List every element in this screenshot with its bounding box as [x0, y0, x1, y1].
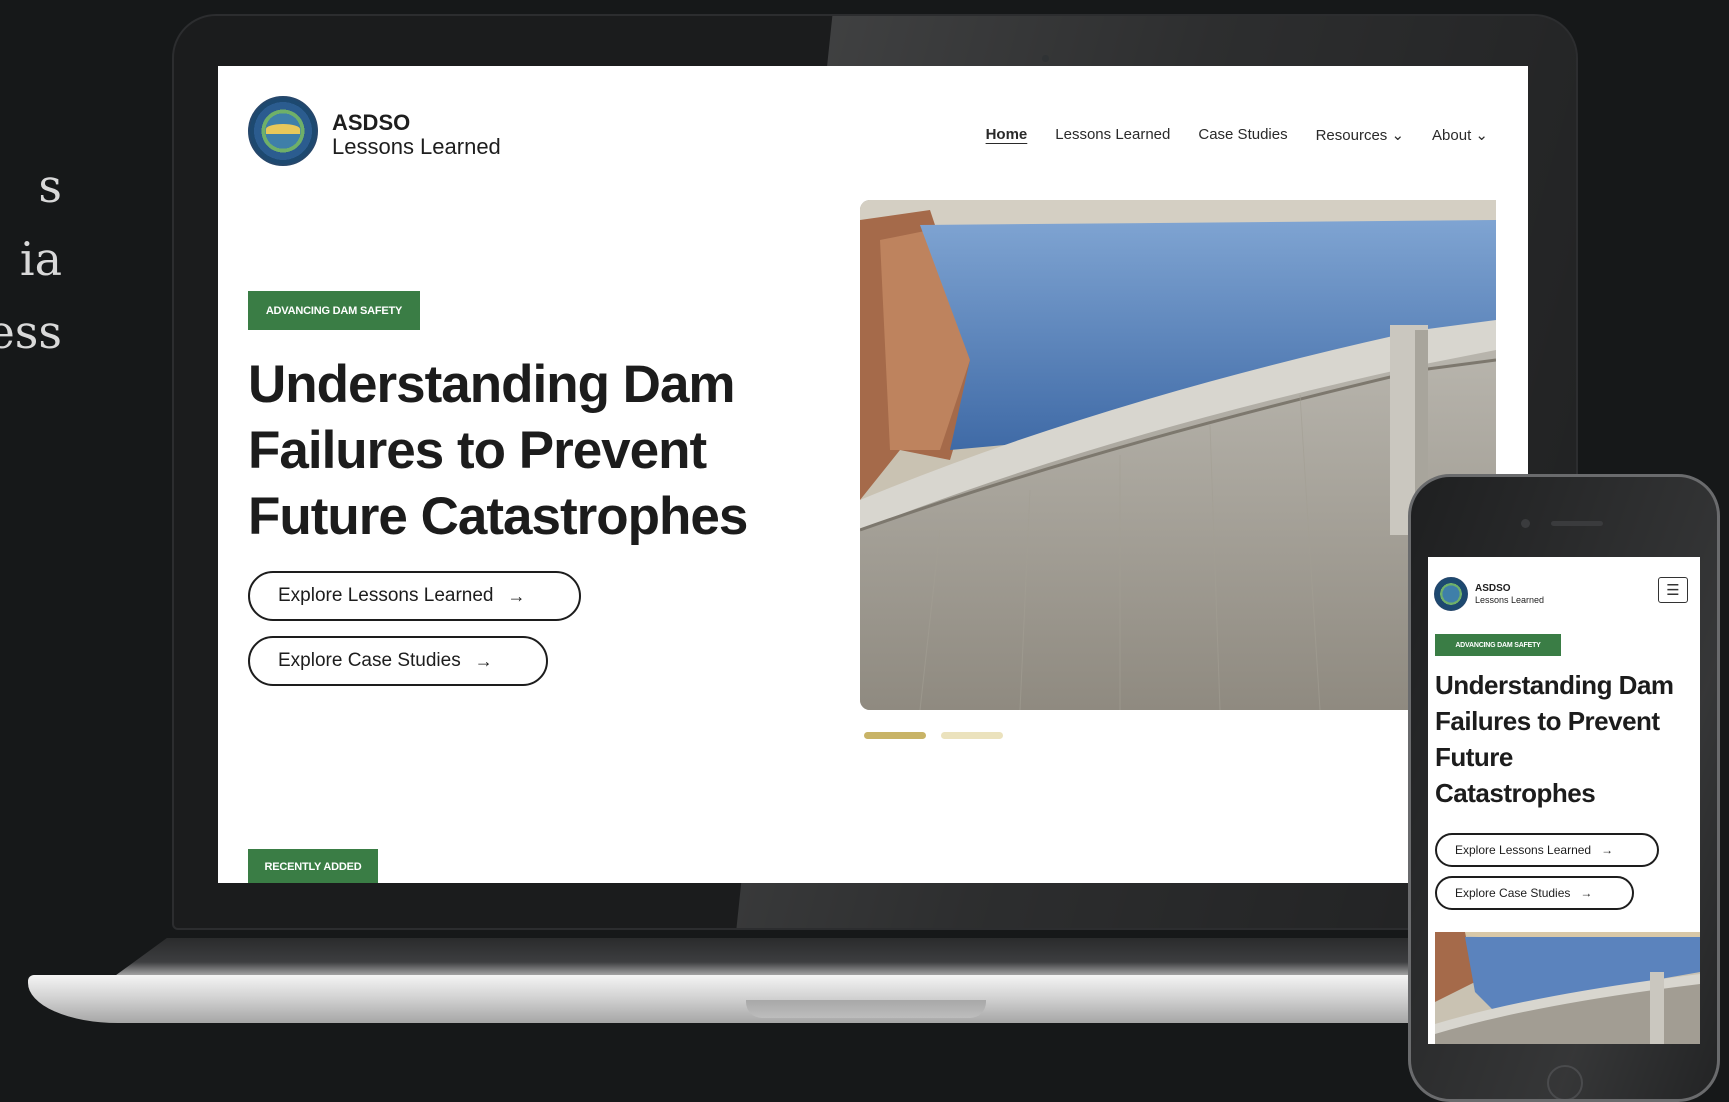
menu-icon[interactable]: ☰	[1658, 577, 1688, 603]
hero-title-line: Understanding Dam	[248, 355, 736, 414]
arrow-right-icon: →	[474, 650, 493, 671]
button-label: Explore Case Studies	[1455, 886, 1571, 900]
chevron-down-icon: ⌄	[1475, 127, 1488, 144]
laptop-notch	[746, 1000, 986, 1018]
cropped-side-text: s ia ess	[0, 150, 62, 369]
carousel-dot[interactable]	[941, 732, 1003, 739]
hero-title-line: Future Catastrophes	[248, 487, 748, 546]
laptop-screen: ASDSO Lessons Learned Home Lessons Learn…	[218, 66, 1528, 883]
nav-item-about[interactable]: About ⌄	[1432, 126, 1488, 144]
nav-item-lessons-learned[interactable]: Lessons Learned	[1055, 126, 1170, 144]
button-label: Explore Lessons Learned	[278, 585, 494, 606]
camera-icon	[1042, 55, 1049, 62]
mobile-hero-title: Understanding Dam Failures to Prevent Fu…	[1435, 667, 1695, 811]
arrow-right-icon: →	[1580, 886, 1593, 900]
nav-item-home[interactable]: Home	[986, 126, 1028, 144]
nav-item-about-label: About	[1432, 127, 1472, 144]
phone-camera-icon	[1521, 519, 1530, 528]
carousel-dot-active[interactable]	[864, 732, 926, 739]
nav-item-case-studies[interactable]: Case Studies	[1198, 126, 1287, 144]
nav-item-resources[interactable]: Resources ⌄	[1316, 126, 1404, 144]
explore-lessons-learned-button[interactable]: Explore Lessons Learned →	[248, 571, 581, 621]
nav-item-resources-label: Resources	[1315, 127, 1388, 144]
mobile-title-line: Understanding Dam	[1435, 670, 1674, 700]
mobile-explore-case-studies-button[interactable]: Explore Case Studies →	[1435, 876, 1634, 910]
dam-reservoir-photo	[860, 200, 1496, 710]
phone-home-button[interactable]	[1547, 1065, 1583, 1099]
arrow-right-icon: →	[507, 585, 526, 606]
button-label: Explore Case Studies	[278, 650, 461, 671]
mobile-hero-badge: ADVANCING DAM SAFETY	[1435, 634, 1561, 656]
chevron-down-icon: ⌄	[1391, 127, 1405, 144]
asdso-logo-icon[interactable]	[248, 96, 318, 166]
mobile-brand-subtitle[interactable]: Lessons Learned	[1475, 595, 1544, 605]
side-text-line: ia	[19, 232, 62, 286]
hero-badge: ADVANCING DAM SAFETY	[248, 291, 420, 330]
phone-speaker	[1551, 521, 1603, 526]
phone-screen: ASDSO Lessons Learned ☰ ADVANCING DAM SA…	[1428, 557, 1700, 1044]
side-text-line: s	[38, 159, 62, 213]
phone-device: ASDSO Lessons Learned ☰ ADVANCING DAM SA…	[1408, 474, 1720, 1102]
asdso-logo-icon[interactable]	[1434, 577, 1468, 611]
mobile-dam-reservoir-photo	[1435, 932, 1700, 1044]
hero-title-line: Failures to Prevent	[248, 421, 707, 480]
arrow-right-icon: →	[1601, 843, 1614, 857]
mobile-explore-lessons-learned-button[interactable]: Explore Lessons Learned →	[1435, 833, 1659, 867]
button-label: Explore Lessons Learned	[1455, 843, 1592, 857]
mobile-title-line: Catastrophes	[1435, 778, 1596, 808]
mobile-brand-title[interactable]: ASDSO	[1475, 583, 1511, 594]
mobile-title-line: Future	[1435, 742, 1513, 772]
main-nav: Home Lessons Learned Case Studies Resour…	[986, 126, 1488, 144]
brand-title[interactable]: ASDSO	[332, 110, 410, 136]
explore-case-studies-button[interactable]: Explore Case Studies →	[248, 636, 548, 686]
recently-added-badge: RECENTLY ADDED	[248, 849, 378, 883]
brand-subtitle[interactable]: Lessons Learned	[332, 134, 501, 160]
side-text-line: ess	[0, 305, 62, 359]
mobile-title-line: Failures to Prevent	[1435, 706, 1660, 736]
hero-title: Understanding Dam Failures to Prevent Fu…	[248, 352, 788, 550]
laptop-keyboard-deck	[112, 938, 1484, 978]
